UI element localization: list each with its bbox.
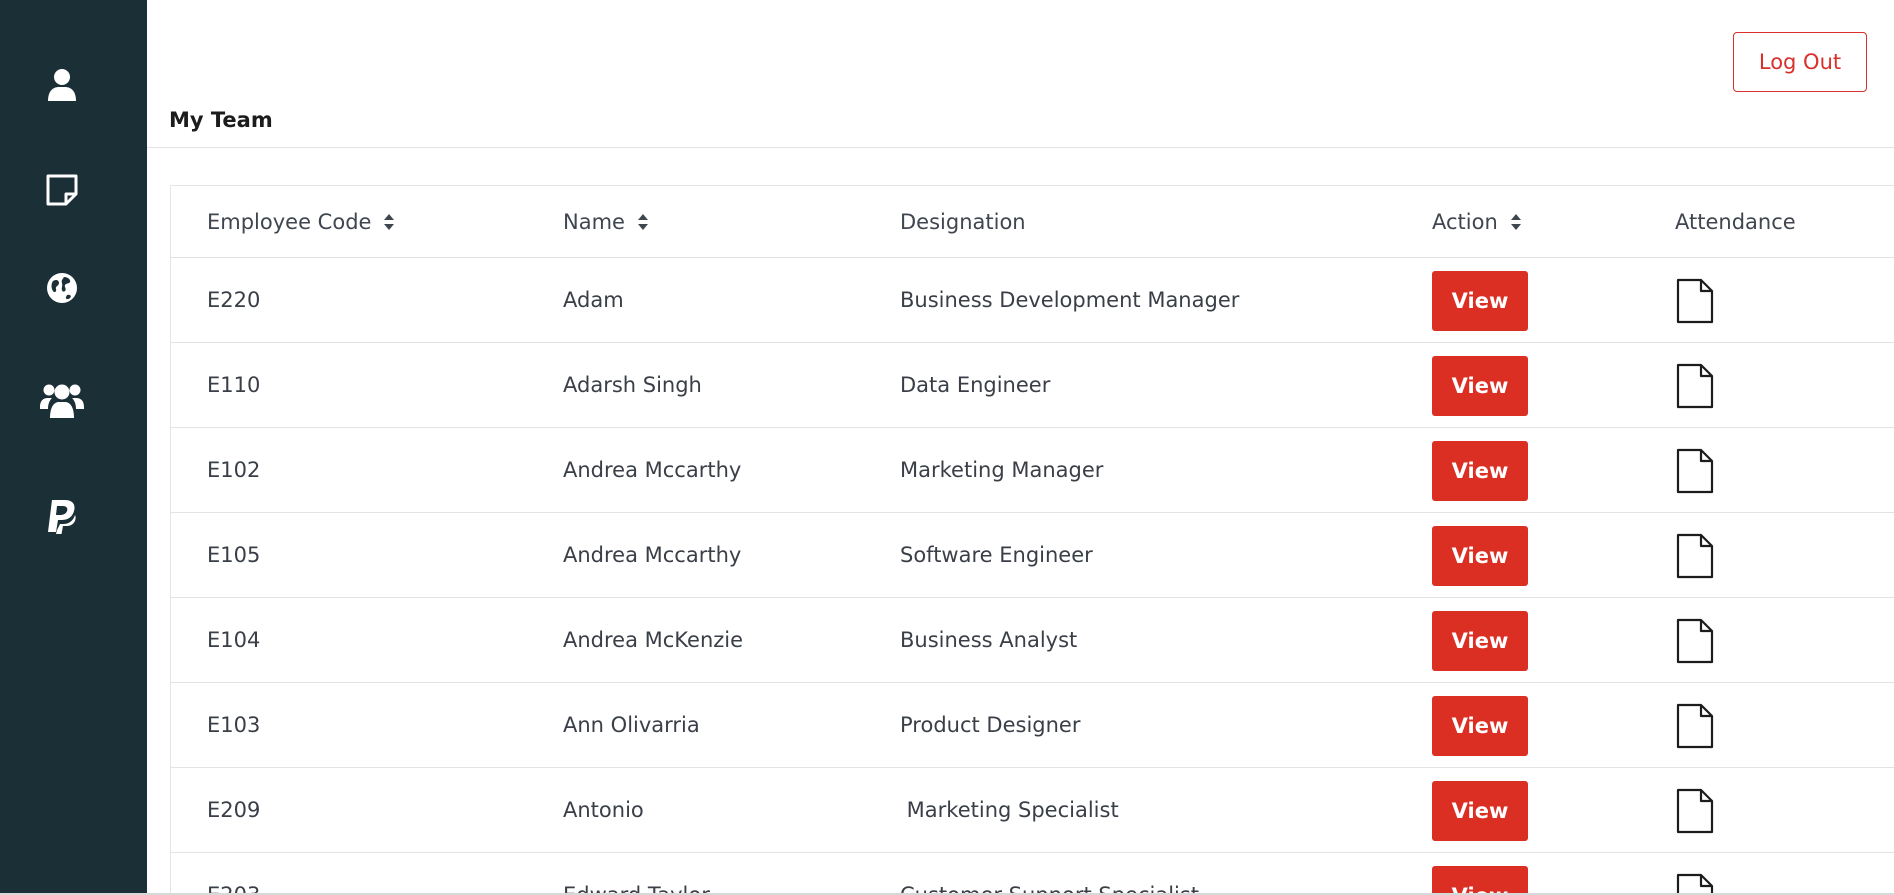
attendance-document-icon[interactable] bbox=[1675, 703, 1715, 749]
page-title: My Team bbox=[169, 108, 273, 132]
note-icon bbox=[46, 174, 78, 206]
employee-code-cell: E104 bbox=[207, 628, 261, 652]
column-header-employee-code[interactable]: Employee Code bbox=[207, 210, 395, 234]
view-button[interactable]: View bbox=[1432, 781, 1528, 841]
table-row: E220 Adam Business Development Manager V… bbox=[171, 258, 1894, 343]
column-label: Name bbox=[563, 210, 625, 234]
table-row: E103 Ann Olivarria Product Designer View bbox=[171, 683, 1894, 768]
view-button[interactable]: View bbox=[1432, 696, 1528, 756]
view-button[interactable]: View bbox=[1432, 441, 1528, 501]
table-row: E203 Edward Taylor Customer Support Spec… bbox=[171, 853, 1894, 893]
column-label: Designation bbox=[900, 210, 1026, 234]
sidebar-item-team[interactable] bbox=[40, 382, 84, 418]
employee-code-cell: E220 bbox=[207, 288, 261, 312]
sidebar-item-globe[interactable] bbox=[44, 270, 80, 306]
attendance-document-icon[interactable] bbox=[1675, 448, 1715, 494]
attendance-document-icon[interactable] bbox=[1675, 618, 1715, 664]
user-icon bbox=[48, 69, 76, 101]
table-row: E104 Andrea McKenzie Business Analyst Vi… bbox=[171, 598, 1894, 683]
employee-code-cell: E105 bbox=[207, 543, 261, 567]
team-icon bbox=[40, 384, 84, 418]
employee-name-cell: Andrea McKenzie bbox=[563, 628, 744, 652]
employee-name-cell: Andrea Mccarthy bbox=[563, 458, 742, 482]
designation-cell: Business Analyst bbox=[900, 628, 1078, 652]
view-button[interactable]: View bbox=[1432, 356, 1528, 416]
attendance-document-icon[interactable] bbox=[1675, 533, 1715, 579]
designation-cell: Software Engineer bbox=[900, 543, 1093, 567]
column-header-designation: Designation bbox=[900, 210, 1026, 234]
view-button[interactable]: View bbox=[1432, 611, 1528, 671]
view-button[interactable]: View bbox=[1432, 866, 1528, 893]
employee-code-cell: E102 bbox=[207, 458, 261, 482]
attendance-document-icon[interactable] bbox=[1675, 788, 1715, 834]
employee-name-cell: Ann Olivarria bbox=[563, 713, 700, 737]
sidebar-item-notes[interactable] bbox=[44, 172, 80, 208]
designation-cell: Marketing Manager bbox=[900, 458, 1104, 482]
sort-icon bbox=[1510, 214, 1521, 230]
employee-name-cell: Antonio bbox=[563, 798, 644, 822]
logout-button[interactable]: Log Out bbox=[1733, 32, 1867, 92]
attendance-document-icon[interactable] bbox=[1675, 873, 1715, 893]
column-header-action[interactable]: Action bbox=[1432, 210, 1522, 234]
sort-icon bbox=[384, 214, 395, 230]
employee-name-cell: Adam bbox=[563, 288, 624, 312]
view-button[interactable]: View bbox=[1432, 271, 1528, 331]
employee-code-cell: E103 bbox=[207, 713, 261, 737]
paypal-icon bbox=[48, 500, 76, 534]
employee-name-cell: Andrea Mccarthy bbox=[563, 543, 742, 567]
designation-cell: Data Engineer bbox=[900, 373, 1051, 397]
sidebar-item-profile[interactable] bbox=[44, 67, 80, 103]
page-header: My Team Log Out bbox=[147, 0, 1894, 148]
column-header-name[interactable]: Name bbox=[563, 210, 649, 234]
attendance-document-icon[interactable] bbox=[1675, 363, 1715, 409]
table-row: E110 Adarsh Singh Data Engineer View bbox=[171, 343, 1894, 428]
employee-code-cell: E110 bbox=[207, 373, 261, 397]
designation-cell: Product Designer bbox=[900, 713, 1081, 737]
sort-icon bbox=[637, 214, 648, 230]
employee-name-cell: Adarsh Singh bbox=[563, 373, 702, 397]
sidebar bbox=[0, 0, 147, 893]
column-header-attendance: Attendance bbox=[1675, 210, 1796, 234]
designation-cell: Customer Support Specialist bbox=[900, 883, 1199, 893]
employee-code-cell: E209 bbox=[207, 798, 261, 822]
attendance-document-icon[interactable] bbox=[1675, 278, 1715, 324]
table-row: E102 Andrea Mccarthy Marketing Manager V… bbox=[171, 428, 1894, 513]
table-body: E220 Adam Business Development Manager V… bbox=[171, 258, 1894, 893]
table-row: E105 Andrea Mccarthy Software Engineer V… bbox=[171, 513, 1894, 598]
app: My Team Log Out Employee Code Name Desig… bbox=[0, 0, 1894, 895]
column-label: Employee Code bbox=[207, 210, 372, 234]
employee-code-cell: E203 bbox=[207, 883, 260, 893]
view-button[interactable]: View bbox=[1432, 526, 1528, 586]
team-table: Employee Code Name Designation Action At… bbox=[170, 185, 1894, 893]
sidebar-item-payments[interactable] bbox=[44, 499, 80, 535]
employee-name-cell: Edward Taylor bbox=[563, 883, 710, 893]
designation-cell: Business Development Manager bbox=[900, 288, 1240, 312]
globe-icon bbox=[47, 273, 77, 303]
column-label: Attendance bbox=[1675, 210, 1796, 234]
designation-cell: Marketing Specialist bbox=[900, 798, 1119, 822]
column-label: Action bbox=[1432, 210, 1498, 234]
table-row: E209 Antonio Marketing Specialist View bbox=[171, 768, 1894, 853]
table-header: Employee Code Name Designation Action At… bbox=[171, 186, 1894, 258]
